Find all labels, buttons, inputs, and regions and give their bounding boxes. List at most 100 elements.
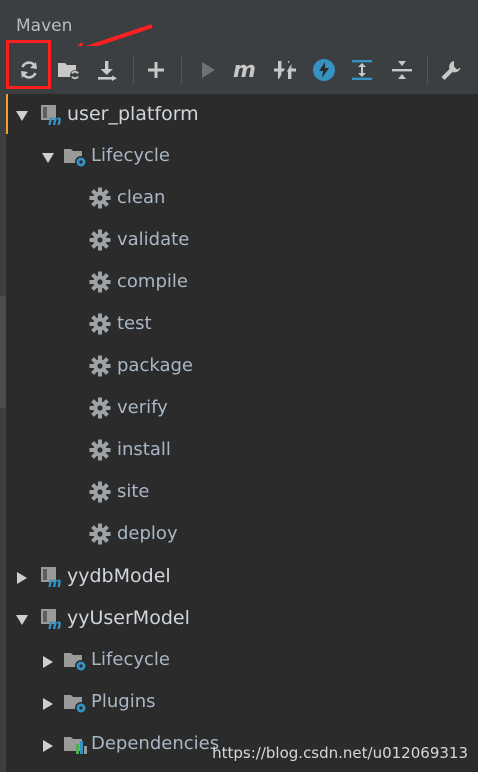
gear-icon [89, 313, 111, 335]
expanded-arrow-icon [42, 153, 54, 163]
tree-node-icon [89, 397, 113, 421]
tree-node-icon [62, 691, 87, 715]
lifecycle-folder-icon [64, 653, 87, 672]
tree-node-label: yydbModel [67, 565, 171, 587]
show-dependencies-button[interactable] [344, 46, 380, 94]
tree-node-icon [89, 187, 113, 211]
svg-text:m: m [48, 114, 62, 127]
collapse-all-button[interactable] [384, 46, 420, 94]
maven-project-icon: m [41, 567, 62, 591]
tree-node-label: clean [117, 187, 166, 208]
dependencies-folder-icon [64, 737, 87, 754]
tree-folder-lifecycle[interactable]: Lifecycle [0, 640, 478, 682]
folder-refresh-icon [58, 63, 80, 80]
collapse-toggle[interactable] [15, 570, 29, 584]
tree-node-label: Plugins [91, 691, 156, 712]
tree-node-label: compile [117, 271, 188, 292]
offline-icon [274, 59, 296, 81]
tree-node-icon [89, 313, 113, 337]
tree-goal-verify[interactable]: verify [0, 388, 478, 430]
tree-goal-site[interactable]: site [0, 472, 478, 514]
expand-toggle[interactable] [41, 150, 55, 164]
collapse-toggle[interactable] [41, 696, 55, 710]
tree-node-icon: m [39, 103, 63, 129]
tree-node-icon: m [39, 565, 63, 591]
plugins-folder-icon [64, 695, 87, 714]
tree-node-icon [89, 439, 113, 463]
gear-icon [89, 271, 111, 293]
maven-m-icon: m [233, 58, 256, 82]
download-sources-button[interactable] [89, 46, 125, 94]
execute-goal-button[interactable]: m [227, 46, 263, 94]
tree-node-icon [62, 145, 87, 169]
tree-folder-plugins[interactable]: Plugins [0, 682, 478, 724]
tree-node-label: validate [117, 229, 190, 250]
tree-goal-package[interactable]: package [0, 346, 478, 388]
tree-goal-validate[interactable]: validate [0, 220, 478, 262]
gear-icon [89, 229, 111, 251]
svg-text:m: m [233, 58, 256, 82]
expanded-arrow-icon [16, 111, 28, 121]
collapsed-arrow-icon [43, 656, 53, 668]
tree-node-label: Dependencies [91, 733, 220, 754]
tree-goal-install[interactable]: install [0, 430, 478, 472]
tree-goal-compile[interactable]: compile [0, 262, 478, 304]
collapse-icon [392, 61, 412, 79]
tree-project-1[interactable]: m yydbModel [0, 556, 478, 598]
tree-node-label: Lifecycle [91, 649, 170, 670]
plus-icon [148, 62, 164, 78]
svg-text:m: m [48, 576, 62, 589]
tree-node-label: site [117, 481, 150, 502]
tree-node-label: verify [117, 397, 168, 418]
settings-button[interactable] [433, 46, 469, 94]
add-project-button[interactable] [138, 46, 174, 94]
toolbar-separator [133, 56, 134, 84]
wrench-icon [441, 61, 461, 80]
collapsed-arrow-icon [43, 740, 53, 752]
collapsed-arrow-icon [17, 572, 27, 584]
tree-node-label: install [117, 439, 171, 460]
toolbar-separator [181, 56, 182, 84]
gear-icon [89, 355, 111, 377]
expand-toggle[interactable] [15, 612, 29, 626]
toolbar-separator [427, 56, 428, 84]
tree-project-2[interactable]: m yyUserModel [0, 598, 478, 640]
maven-toolbar: m [0, 46, 478, 95]
tree-node-label: yyUserModel [67, 607, 190, 629]
generate-sources-button[interactable] [51, 46, 87, 94]
collapse-toggle[interactable] [41, 738, 55, 752]
tree-node-icon [89, 481, 113, 505]
lightning-icon [313, 59, 335, 81]
tree-project-0[interactable]: m user_platform [0, 94, 478, 136]
tree-node-label: user_platform [67, 103, 199, 125]
tree-node-label: test [117, 313, 152, 334]
tree-goal-test[interactable]: test [0, 304, 478, 346]
watermark: https://blog.csdn.net/u012069313 [212, 744, 468, 762]
gear-icon [89, 187, 111, 209]
tree-node-icon [89, 523, 113, 547]
tree-node-icon: m [39, 607, 63, 633]
tree-node-label: package [117, 355, 193, 376]
annotation-highlight-box [6, 40, 51, 89]
run-maven-build-button[interactable] [190, 46, 226, 94]
skip-tests-button[interactable] [306, 46, 342, 94]
download-icon [98, 61, 117, 81]
expanded-arrow-icon [16, 615, 28, 625]
lifecycle-folder-icon [64, 149, 87, 168]
gear-icon [89, 439, 111, 461]
tree-node-label: deploy [117, 523, 178, 544]
tree-goal-deploy[interactable]: deploy [0, 514, 478, 556]
tree-goal-clean[interactable]: clean [0, 178, 478, 220]
expand-icon [352, 60, 372, 80]
gear-icon [89, 523, 111, 545]
toggle-offline-mode-button[interactable] [267, 46, 303, 94]
tree-lifecycle-folder[interactable]: Lifecycle [0, 136, 478, 178]
tree-node-icon [62, 733, 87, 757]
gear-icon [89, 397, 111, 419]
maven-project-icon: m [41, 609, 62, 633]
expand-toggle[interactable] [15, 108, 29, 122]
tree-node-icon [62, 649, 87, 673]
collapse-toggle[interactable] [41, 654, 55, 668]
maven-project-icon: m [41, 105, 62, 129]
play-icon [202, 62, 215, 78]
